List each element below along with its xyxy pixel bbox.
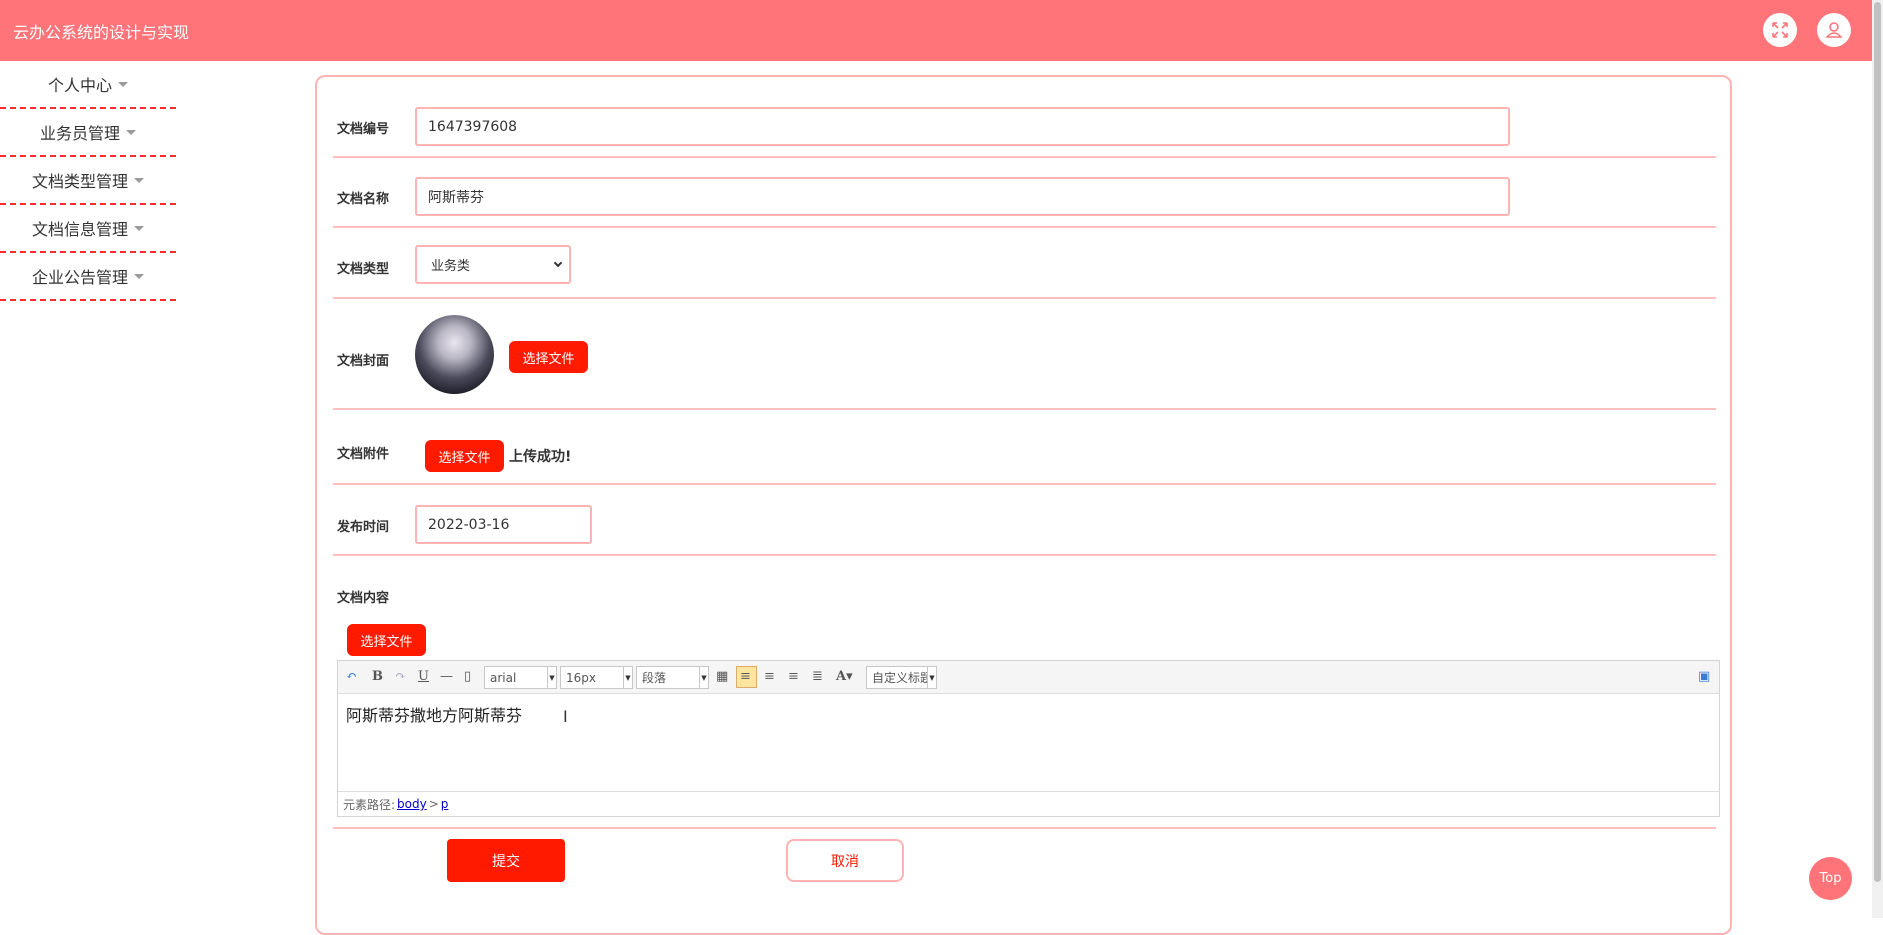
publish-date-input[interactable]: 2022-03-16 (415, 505, 592, 544)
sidebar-item-label: 文档类型管理 (31, 172, 128, 191)
editor-text: 阿斯蒂芬撒地方阿斯蒂芬 (346, 706, 523, 725)
form-row-doc-name: 文档名称 阿斯蒂芬 (333, 158, 1716, 228)
editor-toolbar: ↶ B ↷ U — ▯ arial ▼ 16px ▼ 段落 ▼ ▦ ≡ ≡ ≡ … (338, 661, 1719, 694)
doc-name-input[interactable]: 阿斯蒂芬 (415, 177, 1510, 216)
attachment-choose-file-button[interactable]: 选择文件 (425, 440, 504, 472)
expand-icon (1772, 22, 1788, 38)
element-path-label: 元素路径: (343, 797, 396, 812)
sidebar-item-doc-info-management[interactable]: 文档信息管理 (0, 205, 176, 253)
field-label: 文档类型 (337, 262, 390, 277)
font-family-select[interactable]: arial ▼ (484, 666, 557, 689)
rich-text-editor: ↶ B ↷ U — ▯ arial ▼ 16px ▼ 段落 ▼ ▦ ≡ ≡ ≡ … (337, 660, 1720, 817)
field-label: 发布时间 (337, 520, 390, 535)
field-label: 文档附件 (337, 447, 390, 462)
field-label: 文档内容 (337, 591, 390, 606)
doc-number-input[interactable]: 1647397608 (415, 107, 1510, 146)
fullscreen-editor-icon[interactable]: ▣ (1698, 669, 1710, 684)
paragraph-format-select[interactable]: 段落 ▼ (636, 666, 709, 689)
top-bar: 云办公系统的设计与实现 (0, 0, 1872, 61)
dropdown-arrow-icon: ▼ (547, 667, 556, 688)
dropdown-arrow-icon: ▼ (699, 667, 708, 688)
horizontal-rule-icon[interactable]: — (440, 669, 453, 684)
underline-icon[interactable]: U (418, 669, 429, 684)
user-menu-button[interactable] (1817, 13, 1851, 47)
caret-down-icon (134, 177, 144, 183)
sidebar-item-label: 个人中心 (47, 76, 112, 95)
page-scrollbar[interactable] (1872, 0, 1883, 918)
sidebar-item-doc-type-management[interactable]: 文档类型管理 (0, 157, 176, 205)
upload-status: 上传成功! (509, 449, 572, 465)
fullscreen-button[interactable] (1763, 13, 1797, 47)
undo-icon[interactable]: ↶ (346, 669, 357, 684)
sidebar-item-label: 企业公告管理 (31, 268, 128, 287)
bold-icon[interactable]: B (372, 669, 383, 684)
caret-down-icon (134, 273, 144, 279)
scrollbar-thumb[interactable] (1874, 2, 1881, 882)
sidebar-item-salesman-management[interactable]: 业务员管理 (0, 109, 176, 157)
field-label: 文档编号 (337, 122, 390, 137)
chevron-down-icon (553, 258, 563, 268)
font-color-icon[interactable]: A▾ (836, 669, 853, 684)
redo-icon[interactable]: ↷ (395, 669, 406, 684)
content-choose-file-button[interactable]: 选择文件 (347, 624, 426, 656)
sidebar-item-personal-center[interactable]: 个人中心 (0, 61, 176, 109)
doc-type-selected: 业务类 (431, 259, 471, 274)
align-center-icon[interactable]: ≡ (788, 669, 799, 684)
cancel-button[interactable]: 取消 (786, 839, 904, 882)
align-right-icon[interactable]: ≡ (764, 669, 775, 684)
caret-down-icon (126, 129, 136, 135)
sidebar: 个人中心 业务员管理 文档类型管理 文档信息管理 企业公告管理 (0, 61, 176, 301)
form-row-doc-number: 文档编号 1647397608 (333, 91, 1716, 158)
caret-down-icon (134, 225, 144, 231)
dropdown-arrow-icon: ▼ (927, 667, 936, 688)
page-icon[interactable]: ▯ (464, 669, 471, 684)
font-size-select[interactable]: 16px ▼ (560, 666, 633, 689)
table-icon[interactable]: ▦ (716, 669, 728, 684)
sidebar-item-label: 业务员管理 (39, 124, 120, 143)
element-path-separator: > (428, 797, 439, 811)
element-path-bar: 元素路径: body > p (338, 791, 1719, 816)
element-path-p-link[interactable]: p (441, 797, 449, 811)
app-title: 云办公系统的设计与实现 (13, 23, 190, 42)
form-row-doc-cover: 文档封面 选择文件 (333, 299, 1716, 410)
form-row-publish-time: 发布时间 2022-03-16 (333, 485, 1716, 556)
custom-title-select[interactable]: 自定义标题 ▼ (866, 666, 937, 689)
form-row-doc-attachment: 文档附件 选择文件 上传成功! (333, 410, 1716, 485)
doc-type-select[interactable]: 业务类 (415, 245, 571, 284)
sidebar-item-announcement-management[interactable]: 企业公告管理 (0, 253, 176, 301)
user-icon (1825, 22, 1843, 38)
cover-image-preview (415, 315, 494, 394)
field-label: 文档封面 (337, 354, 390, 369)
cover-choose-file-button[interactable]: 选择文件 (509, 341, 588, 373)
back-to-top-button[interactable]: Top (1809, 857, 1852, 900)
editor-content-area[interactable]: 阿斯蒂芬撒地方阿斯蒂芬 I (338, 694, 1719, 791)
align-justify-icon[interactable]: ≣ (812, 669, 823, 684)
field-label: 文档名称 (337, 192, 390, 207)
element-path-body-link[interactable]: body (397, 797, 427, 811)
sidebar-item-label: 文档信息管理 (31, 220, 128, 239)
form-row-doc-type: 文档类型 业务类 (333, 228, 1716, 299)
caret-down-icon (118, 81, 128, 87)
text-cursor-icon: I (563, 707, 568, 726)
align-left-icon[interactable]: ≡ (740, 669, 751, 684)
submit-button[interactable]: 提交 (447, 839, 565, 882)
dropdown-arrow-icon: ▼ (623, 667, 632, 688)
